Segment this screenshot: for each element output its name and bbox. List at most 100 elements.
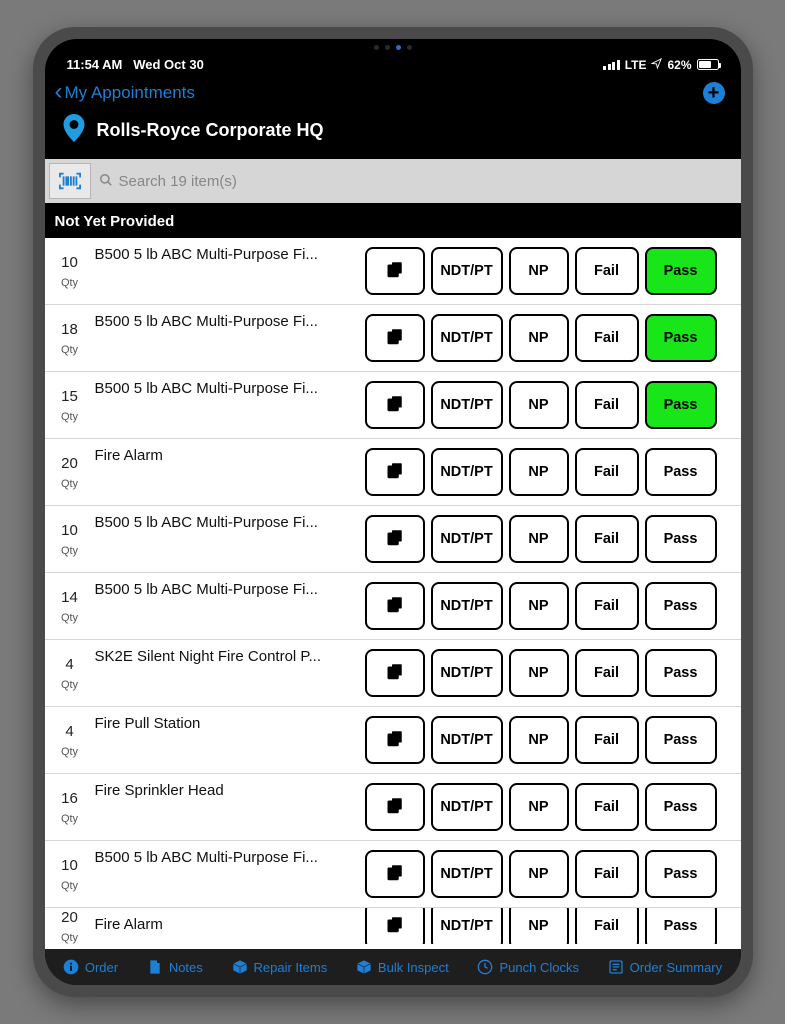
pass-button[interactable]: Pass <box>645 314 717 362</box>
qty-label: Qty <box>61 932 78 944</box>
ndt-pt-button[interactable]: NDT/PT <box>431 448 503 496</box>
action-buttons: NDT/PT NP Fail Pass <box>365 305 741 371</box>
list-item[interactable]: 16 Qty Fire Sprinkler Head NDT/PT NP Fai… <box>45 774 741 841</box>
copy-button[interactable] <box>365 649 425 697</box>
copy-button[interactable] <box>365 381 425 429</box>
copy-button[interactable] <box>365 582 425 630</box>
list-item[interactable]: 10 Qty B500 5 lb ABC Multi-Purpose Fi...… <box>45 841 741 908</box>
list-item[interactable]: 10 Qty B500 5 lb ABC Multi-Purpose Fi...… <box>45 238 741 305</box>
search-icon <box>99 173 113 190</box>
pass-button[interactable]: Pass <box>645 582 717 630</box>
np-button[interactable]: NP <box>509 448 569 496</box>
np-button[interactable]: NP <box>509 908 569 944</box>
toolbar-notes[interactable]: Notes <box>147 959 203 975</box>
pass-button[interactable]: Pass <box>645 515 717 563</box>
item-name: B500 5 lb ABC Multi-Purpose Fi... <box>95 573 365 639</box>
fail-button[interactable]: Fail <box>575 314 639 362</box>
ndt-pt-button[interactable]: NDT/PT <box>431 908 503 944</box>
fail-button[interactable]: Fail <box>575 381 639 429</box>
toolbar-bulk[interactable]: Bulk Inspect <box>356 959 449 975</box>
toolbar-punch[interactable]: Punch Clocks <box>477 959 578 975</box>
barcode-button[interactable] <box>49 163 91 199</box>
list-item[interactable]: 4 Qty SK2E Silent Night Fire Control P..… <box>45 640 741 707</box>
list-item[interactable]: 4 Qty Fire Pull Station NDT/PT NP Fail P… <box>45 707 741 774</box>
pass-button[interactable]: Pass <box>645 247 717 295</box>
pass-button[interactable]: Pass <box>645 850 717 898</box>
action-buttons: NDT/PT NP Fail Pass <box>365 841 741 907</box>
pass-button[interactable]: Pass <box>645 448 717 496</box>
list-item[interactable]: 10 Qty B500 5 lb ABC Multi-Purpose Fi...… <box>45 506 741 573</box>
ndt-pt-button[interactable]: NDT/PT <box>431 582 503 630</box>
pass-button[interactable]: Pass <box>645 908 717 944</box>
ndt-pt-button[interactable]: NDT/PT <box>431 649 503 697</box>
copy-button[interactable] <box>365 448 425 496</box>
ndt-pt-button[interactable]: NDT/PT <box>431 783 503 831</box>
copy-button[interactable] <box>365 716 425 764</box>
list-item[interactable]: 20 Qty Fire Alarm NDT/PT NP Fail Pass <box>45 439 741 506</box>
fail-button[interactable]: Fail <box>575 515 639 563</box>
qty-label: Qty <box>61 612 78 624</box>
qty-value: 4 <box>65 656 73 673</box>
info-icon <box>63 959 79 975</box>
toolbar-order[interactable]: Order <box>63 959 118 975</box>
copy-button[interactable] <box>365 908 425 944</box>
copy-icon <box>386 327 404 349</box>
action-buttons: NDT/PT NP Fail Pass <box>365 640 741 706</box>
list-item[interactable]: 18 Qty B500 5 lb ABC Multi-Purpose Fi...… <box>45 305 741 372</box>
list-item[interactable]: 15 Qty B500 5 lb ABC Multi-Purpose Fi...… <box>45 372 741 439</box>
np-button[interactable]: NP <box>509 649 569 697</box>
np-button[interactable]: NP <box>509 314 569 362</box>
pass-button[interactable]: Pass <box>645 381 717 429</box>
add-button[interactable]: + <box>703 82 725 104</box>
ndt-pt-button[interactable]: NDT/PT <box>431 850 503 898</box>
list-item[interactable]: 14 Qty B500 5 lb ABC Multi-Purpose Fi...… <box>45 573 741 640</box>
network-label: LTE <box>625 58 647 72</box>
copy-button[interactable] <box>365 515 425 563</box>
np-button[interactable]: NP <box>509 850 569 898</box>
np-button[interactable]: NP <box>509 716 569 764</box>
copy-button[interactable] <box>365 314 425 362</box>
copy-button[interactable] <box>365 247 425 295</box>
toolbar-repair[interactable]: Repair Items <box>232 959 328 975</box>
np-button[interactable]: NP <box>509 515 569 563</box>
np-button[interactable]: NP <box>509 381 569 429</box>
pass-button[interactable]: Pass <box>645 716 717 764</box>
item-list[interactable]: 10 Qty B500 5 lb ABC Multi-Purpose Fi...… <box>45 238 741 949</box>
np-button[interactable]: NP <box>509 582 569 630</box>
status-date: Wed Oct 30 <box>133 57 204 72</box>
pass-button[interactable]: Pass <box>645 783 717 831</box>
fail-button[interactable]: Fail <box>575 448 639 496</box>
qty-column: 10 Qty <box>45 841 95 907</box>
status-bar: 11:54 AM Wed Oct 30 LTE 62% <box>45 55 741 76</box>
ndt-pt-button[interactable]: NDT/PT <box>431 314 503 362</box>
fail-button[interactable]: Fail <box>575 783 639 831</box>
item-name: SK2E Silent Night Fire Control P... <box>95 640 365 706</box>
ndt-pt-button[interactable]: NDT/PT <box>431 247 503 295</box>
fail-button[interactable]: Fail <box>575 649 639 697</box>
copy-icon <box>386 863 404 885</box>
item-name: B500 5 lb ABC Multi-Purpose Fi... <box>95 305 365 371</box>
pass-button[interactable]: Pass <box>645 649 717 697</box>
bottom-toolbar: Order Notes Repair Items Bulk Inspect Pu… <box>45 949 741 985</box>
ndt-pt-button[interactable]: NDT/PT <box>431 381 503 429</box>
copy-button[interactable] <box>365 783 425 831</box>
qty-value: 20 <box>61 455 78 472</box>
fail-button[interactable]: Fail <box>575 908 639 944</box>
ndt-pt-button[interactable]: NDT/PT <box>431 716 503 764</box>
np-button[interactable]: NP <box>509 783 569 831</box>
fail-button[interactable]: Fail <box>575 850 639 898</box>
back-button[interactable]: ‹ My Appointments <box>55 83 195 103</box>
np-button[interactable]: NP <box>509 247 569 295</box>
search-input[interactable]: Search 19 item(s) <box>99 173 731 190</box>
fail-button[interactable]: Fail <box>575 716 639 764</box>
list-item[interactable]: 20 Qty Fire Alarm NDT/PT NP Fail Pass <box>45 908 741 944</box>
qty-column: 14 Qty <box>45 573 95 639</box>
fail-button[interactable]: Fail <box>575 582 639 630</box>
ndt-pt-button[interactable]: NDT/PT <box>431 515 503 563</box>
copy-icon <box>386 461 404 483</box>
fail-button[interactable]: Fail <box>575 247 639 295</box>
toolbar-summary[interactable]: Order Summary <box>608 959 722 975</box>
status-time: 11:54 AM <box>67 57 123 72</box>
copy-button[interactable] <box>365 850 425 898</box>
screen: 11:54 AM Wed Oct 30 LTE 62% ‹ My Appoint… <box>45 39 741 985</box>
